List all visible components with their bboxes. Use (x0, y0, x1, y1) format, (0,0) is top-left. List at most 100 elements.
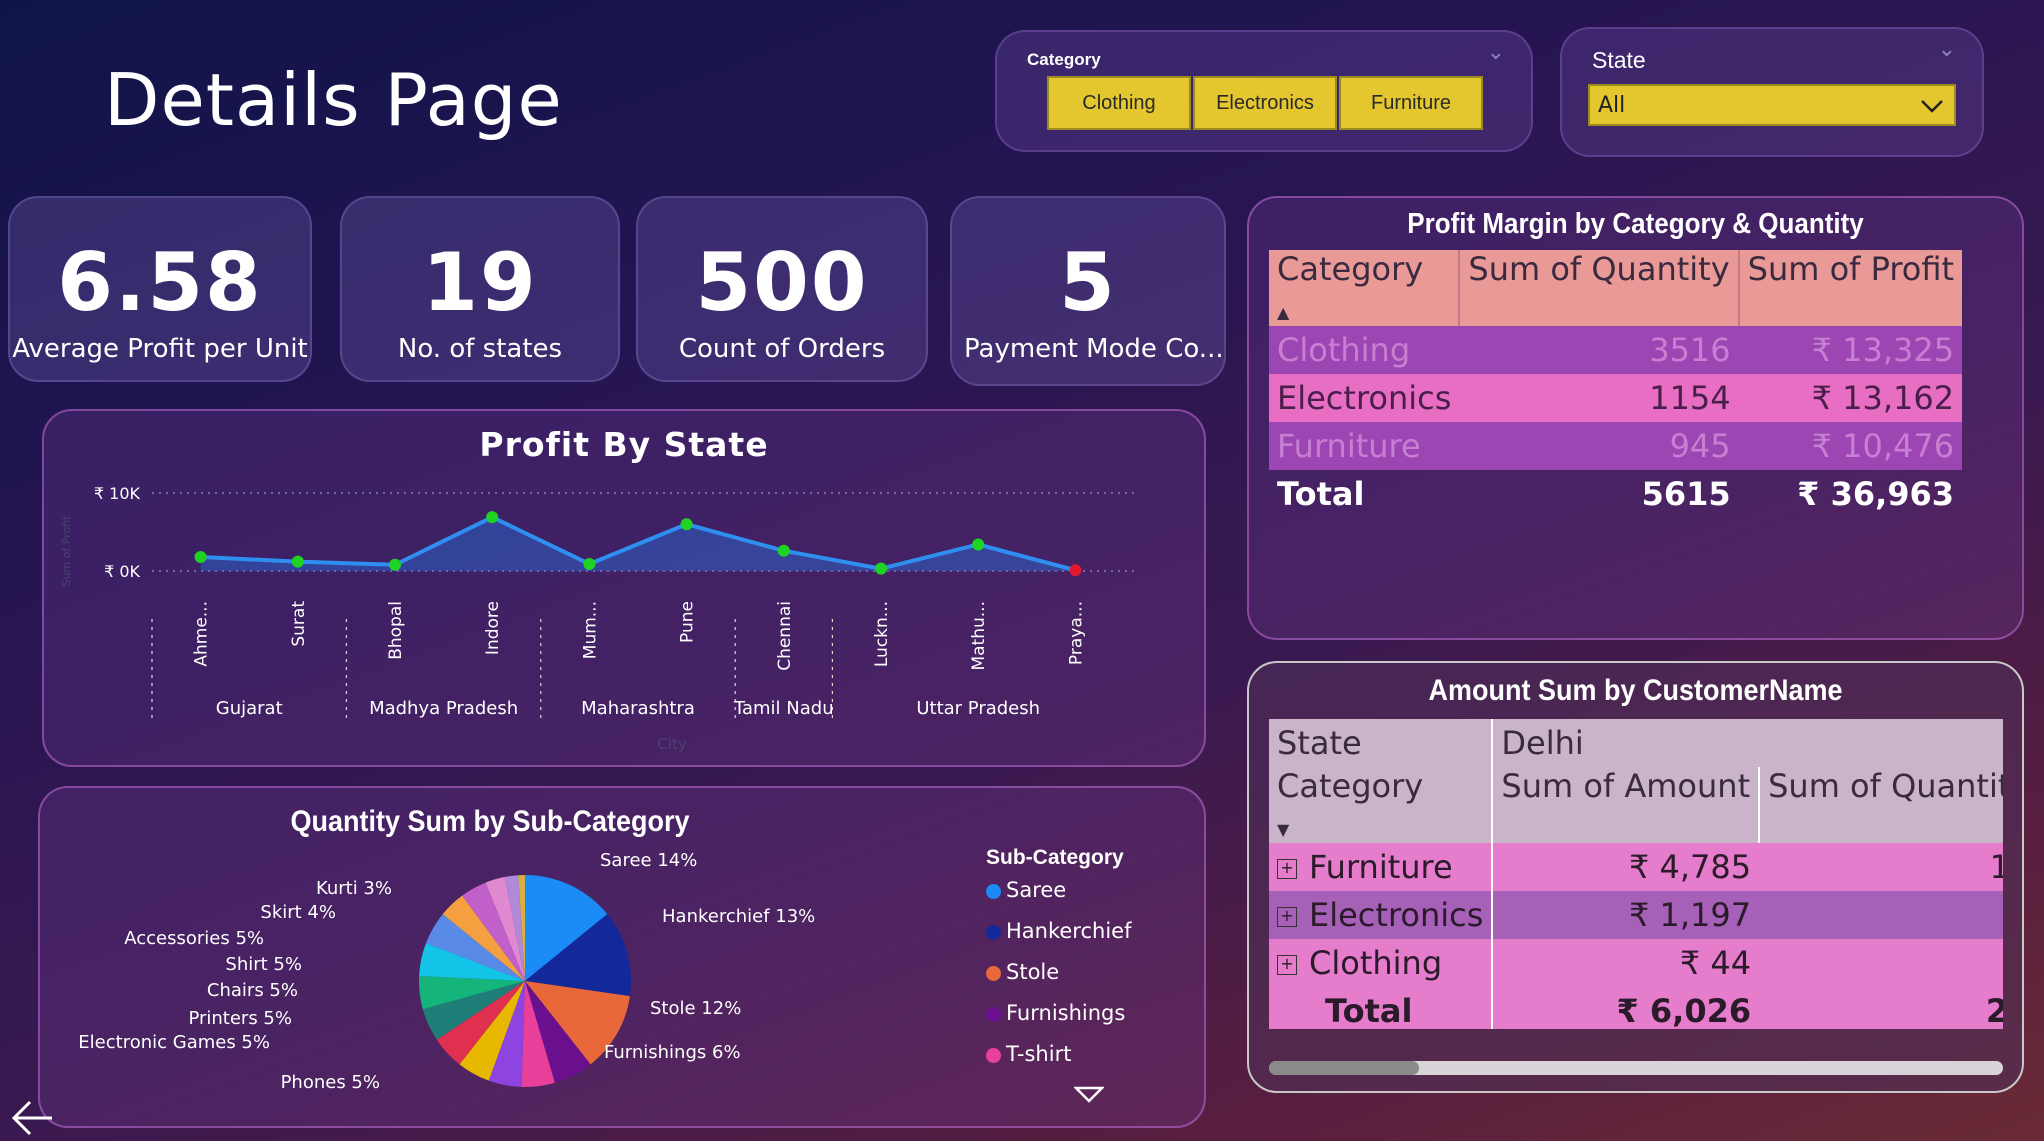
x-tick-label: Surat (289, 601, 309, 647)
col-header-quantity[interactable]: Sum of Quantity (1459, 250, 1740, 326)
data-point (194, 550, 207, 563)
profit-margin-panel: Profit Margin by Category & Quantity Cat… (1247, 196, 2024, 640)
pie-data-label: Shirt 5% (225, 954, 302, 975)
expand-icon[interactable]: + (1277, 955, 1297, 975)
x-tick-label: Bhopal (386, 601, 406, 660)
legend-label: Saree (1006, 878, 1067, 902)
quantity-by-subcategory-panel: Quantity Sum by Sub-Category Saree 14% Ha… (38, 786, 1206, 1128)
category-option-electronics[interactable]: Electronics (1193, 76, 1337, 130)
group-label: Uttar Pradesh (916, 698, 1040, 719)
chevron-down-icon[interactable]: ⌄ (1487, 40, 1505, 65)
state-dropdown[interactable]: All (1588, 84, 1956, 126)
data-point (680, 518, 693, 531)
x-tick-label: Praya... (1066, 601, 1086, 665)
cell-qty: 945 (1459, 422, 1739, 470)
col-header-state[interactable]: State (1269, 719, 1494, 767)
cell-category: Electronics (1309, 896, 1484, 934)
kpi-label: No. of states (397, 334, 563, 364)
table-row[interactable]: + Electronics ₹ 1,197 7 (1269, 891, 2003, 939)
data-point (389, 558, 401, 571)
kpi-payment-modes: 5 Payment Mode Co... (950, 196, 1226, 386)
kpi-value: 5 (1059, 236, 1117, 329)
legend-label: Stole (1006, 960, 1060, 984)
back-arrow-icon[interactable] (10, 1098, 54, 1138)
cell-profit: ₹ 13,162 (1738, 374, 1963, 422)
data-point (486, 511, 499, 524)
category-option-furniture[interactable]: Furniture (1339, 76, 1483, 130)
col-header-state-delhi[interactable]: Delhi (1492, 719, 2003, 767)
y-tick-label: ₹ 0K (104, 562, 140, 581)
legend-item[interactable]: Stole (986, 960, 1059, 984)
cell-total-qty: 5615 (1641, 475, 1731, 513)
x-axis-label: City (657, 735, 687, 753)
cell-amount: ₹ 44 (1492, 939, 1760, 987)
cell-qty: 2 (1759, 939, 2003, 987)
kpi-label: Payment Mode Co... (964, 334, 1224, 364)
pie-data-label: Phones 5% (280, 1072, 380, 1093)
pie-data-label: Saree 14% (600, 850, 698, 871)
legend-item[interactable]: Hankerchief (986, 919, 1131, 943)
pie-data-label: Furnishings 6% (604, 1042, 741, 1063)
data-point (291, 555, 304, 568)
group-label: Maharashtra (581, 698, 695, 719)
amount-title: Amount Sum by CustomerName (1428, 673, 1843, 707)
cell-category: Furniture (1309, 848, 1453, 886)
pie-data-label: Hankerchief 13% (662, 906, 816, 927)
kpi-value: 500 (695, 236, 869, 329)
data-point (777, 544, 790, 557)
table-row[interactable]: Electronics 1154 ₹ 13,162 (1269, 374, 1963, 422)
legend-swatch (986, 965, 1001, 981)
table-row[interactable]: Furniture 945 ₹ 10,476 (1269, 422, 1963, 470)
scroll-down-icon[interactable] (1074, 1086, 1104, 1104)
horizontal-scrollbar[interactable] (1269, 1061, 2003, 1075)
table-row[interactable]: + Clothing ₹ 44 2 (1269, 939, 2003, 987)
table-total-row: Total ₹ 6,026 25 (1269, 987, 2003, 1029)
x-tick-label: Mum... (580, 601, 600, 659)
pie-data-label: Electronic Games 5% (78, 1032, 270, 1053)
pie-data-label: Kurti 3% (315, 878, 392, 899)
cell-category: Furniture (1269, 422, 1460, 470)
category-option-clothing[interactable]: Clothing (1047, 76, 1191, 130)
cell-total-label: Total (1269, 987, 1494, 1029)
col-header-category[interactable]: Category ▲ (1269, 250, 1461, 326)
legend-title: Sub-Category (986, 846, 1124, 869)
legend-item[interactable]: Furnishings (986, 1001, 1125, 1025)
amount-table: State Delhi N Category ▼ Sum of Amount S… (1269, 719, 2003, 1029)
profit-margin-table: Category ▲ Sum of Quantity Sum of Profit… (1269, 250, 1963, 518)
cell-qty: 3516 (1459, 326, 1739, 374)
group-label: Gujarat (216, 698, 283, 719)
chevron-down-icon[interactable]: ⌄ (1938, 37, 1956, 62)
kpi-orders: 500 Count of Orders (636, 196, 928, 382)
kpi-value: 19 (422, 236, 538, 329)
col-header-category[interactable]: Category ▼ (1269, 767, 1494, 843)
x-tick-label: Luckn... (872, 601, 892, 667)
pie-data-label: Skirt 4% (260, 902, 336, 923)
scrollbar-thumb[interactable] (1269, 1061, 1419, 1075)
cell-amount: ₹ 4,785 (1492, 843, 1760, 891)
expand-icon[interactable]: + (1277, 907, 1297, 927)
col-header-quantity[interactable]: Sum of Quantity (1759, 767, 2003, 843)
cell-qty: 16 (1759, 843, 2003, 891)
state-slicer-label: State (1592, 47, 1646, 73)
pie-title: Quantity Sum by Sub-Category (290, 804, 690, 838)
profit-by-state-panel: Profit By State ₹ 10K ₹ 0K Sum of Profit Ah… (42, 409, 1206, 767)
col-header-amount[interactable]: Sum of Amount (1492, 767, 1761, 843)
legend-swatch (986, 1047, 1001, 1063)
x-tick-label: Ahme... (192, 601, 212, 667)
table-row[interactable]: + Furniture ₹ 4,785 16 (1269, 843, 2003, 891)
group-label: Madhya Pradesh (369, 698, 518, 719)
expand-icon[interactable]: + (1277, 859, 1297, 879)
legend-item[interactable]: T-shirt (986, 1042, 1071, 1066)
table-row[interactable]: Clothing 3516 ₹ 13,325 (1269, 326, 1963, 374)
data-point (1069, 564, 1082, 577)
legend-item[interactable]: Saree (986, 878, 1066, 902)
col-header-category-label: Category (1277, 250, 1424, 288)
data-point (972, 538, 985, 551)
profit-by-state-chart: ₹ 10K ₹ 0K Sum of Profit Ahme... Surat Bhopal… (60, 484, 1138, 753)
legend-swatch (986, 1006, 1001, 1022)
kpi-label: Count of Orders (678, 334, 886, 364)
cell-total-label: Total (1277, 475, 1365, 513)
col-header-profit[interactable]: Sum of Profit (1738, 250, 1963, 326)
category-slicer-label: Category (1027, 50, 1101, 69)
data-point (583, 557, 596, 570)
